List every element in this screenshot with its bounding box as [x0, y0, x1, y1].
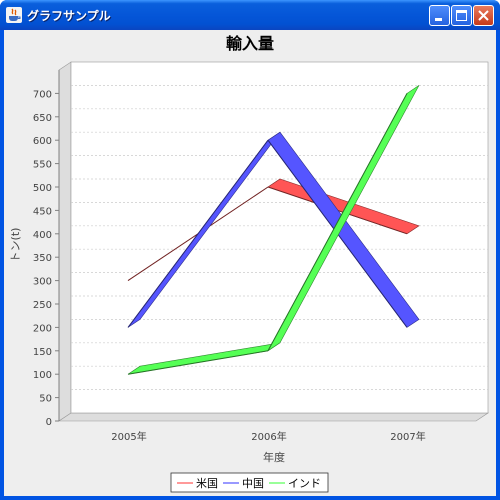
y-tick-label: 200	[33, 323, 52, 334]
close-button[interactable]	[473, 5, 494, 26]
y-tick-label: 150	[33, 347, 52, 358]
y-tick-label: 450	[33, 206, 52, 217]
x-tick-label: 2007年	[390, 430, 425, 443]
chart-panel: 輸入量 0 50 100 150 200 250 300 350 400 450 500 550 600…	[4, 30, 496, 496]
plot-back-wall	[70, 61, 489, 414]
y-tick-label: 250	[33, 300, 52, 311]
close-icon	[478, 10, 489, 21]
y-tick-label: 500	[33, 183, 52, 194]
legend-label: 中国	[242, 477, 264, 490]
title-bar[interactable]: グラフサンプル	[0, 0, 500, 30]
x-axis-label: 年度	[263, 450, 285, 464]
y-tick-label: 600	[33, 136, 52, 147]
minimize-icon	[435, 18, 442, 21]
window-title: グラフサンプル	[27, 9, 111, 23]
y-axis-ticks: 0 50 100 150 200 250 300 350 400 450 500 550 600 650 7…	[33, 89, 59, 428]
x-axis-ticks: 2005年 2006年 2007年	[111, 430, 425, 443]
x-tick-label: 2006年	[251, 430, 286, 443]
chart-title: 輸入量	[226, 34, 274, 53]
y-tick-label: 300	[33, 277, 52, 288]
y-tick-label: 50	[39, 394, 52, 405]
maximize-icon	[456, 10, 467, 21]
y-tick-label: 0	[46, 417, 52, 428]
y-axis-label: トン(t)	[9, 228, 22, 263]
plot-side-wall	[58, 61, 72, 422]
plot-area	[58, 61, 489, 422]
x-tick-label: 2005年	[111, 430, 146, 443]
legend-label: 米国	[196, 477, 218, 490]
chart-svg: 輸入量 0 50 100 150 200 250 300 350 400 450 500 550 600…	[9, 34, 489, 493]
legend: 米国 中国 インド	[170, 472, 329, 493]
legend-label: インド	[288, 477, 321, 490]
java-icon	[6, 7, 22, 23]
y-tick-label: 550	[33, 160, 52, 171]
legend-items: 米国 中国 インド	[177, 477, 321, 490]
minimize-button[interactable]	[429, 5, 450, 26]
maximize-button[interactable]	[451, 5, 472, 26]
y-tick-label: 350	[33, 253, 52, 264]
plot-floor	[58, 412, 489, 422]
y-tick-label: 700	[33, 89, 52, 100]
y-tick-label: 650	[33, 113, 52, 124]
y-tick-label: 100	[33, 370, 52, 381]
app-window: グラフサンプル 輸入量 0 50 100 150 200 250 300 350…	[0, 0, 500, 500]
y-tick-label: 400	[33, 230, 52, 241]
